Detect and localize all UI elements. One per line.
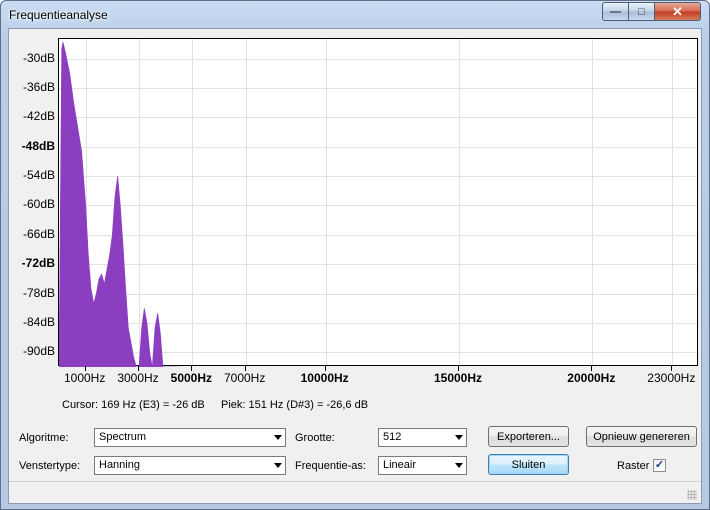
x-tick-label: 15000Hz [433, 371, 483, 385]
spectrum-series [59, 41, 179, 367]
export-button[interactable]: Exporteren... [488, 426, 569, 447]
y-tick-label: -54dB [22, 168, 55, 183]
y-tick-label: -30dB [22, 50, 55, 65]
grid-label: Raster [617, 460, 650, 472]
x-tick-label: 23000Hz [647, 371, 696, 385]
spectrum-plot-area: -30dB -36dB -42dB -48dB -54dB -60dB -66dB -72dB… [9, 29, 703, 389]
size-label: Grootte: [295, 432, 335, 444]
spectrum-plot[interactable] [58, 38, 698, 367]
close-button-label: Sluiten [511, 458, 546, 471]
close-window-button[interactable]: ✕ [654, 2, 701, 21]
status-bar [9, 481, 701, 503]
algorithm-label: Algoritme: [19, 432, 69, 444]
x-tick-label: 3000Hz [117, 371, 159, 385]
y-tick-label: -42dB [22, 109, 55, 124]
regenerate-button[interactable]: Opnieuw genereren [586, 426, 697, 447]
y-tick-label: -78dB [22, 285, 55, 300]
window-type-select[interactable]: Hanning [94, 456, 286, 475]
size-select[interactable]: 512 [378, 428, 467, 447]
close-button[interactable]: Sluiten [488, 454, 569, 475]
y-tick-label: -66dB [22, 226, 55, 241]
grid-checkbox[interactable]: ✓ [653, 459, 666, 472]
y-tick-label: -48dB [21, 138, 55, 153]
resize-grip-icon[interactable] [687, 490, 697, 500]
chevron-down-icon [274, 463, 282, 468]
title-bar[interactable]: Frequentieanalyse — □ ✕ [1, 1, 709, 27]
x-tick-label: 5000Hz [170, 371, 213, 385]
frequency-analysis-window: Frequentieanalyse — □ ✕ -30dB -36dB -42dB -… [0, 0, 710, 510]
x-tick-label: 10000Hz [300, 371, 349, 385]
chevron-down-icon [274, 435, 282, 440]
algorithm-select[interactable]: Spectrum [94, 428, 286, 447]
x-tick-label: 20000Hz [567, 371, 616, 385]
close-icon: ✕ [672, 3, 683, 19]
chevron-down-icon [455, 463, 463, 468]
x-tick-label: 1000Hz [63, 371, 106, 385]
peak-readout: Piek: 151 Hz (D#3) = -26,6 dB [221, 399, 369, 411]
frequency-axis-value: Lineair [383, 459, 417, 471]
frequency-axis-select[interactable]: Lineair [378, 456, 467, 475]
y-tick-label: -36dB [22, 79, 55, 94]
regenerate-button-label: Opnieuw genereren [593, 430, 690, 443]
window-type-value: Hanning [99, 459, 140, 471]
cursor-readout: Cursor: 169 Hz (E3) = -26 dB [62, 399, 205, 411]
minimize-button[interactable]: — [602, 2, 629, 21]
size-value: 512 [383, 431, 402, 443]
maximize-button[interactable]: □ [628, 2, 655, 21]
window-title: Frequentieanalyse [9, 8, 108, 22]
y-tick-label: -90dB [22, 344, 55, 359]
y-tick-label: -72dB [21, 256, 55, 271]
minimize-icon: — [610, 5, 621, 18]
y-tick-label: -84dB [22, 314, 55, 329]
window-type-label: Venstertype: [19, 460, 81, 472]
chevron-down-icon [455, 435, 463, 440]
maximize-icon: □ [638, 5, 645, 18]
dialog-client-area: -30dB -36dB -42dB -48dB -54dB -60dB -66dB -72dB… [8, 28, 702, 504]
checkmark-icon: ✓ [654, 459, 665, 471]
frequency-axis-label: Frequentie-as: [295, 460, 366, 472]
y-tick-label: -60dB [22, 197, 55, 212]
algorithm-value: Spectrum [99, 431, 147, 443]
export-button-label: Exporteren... [497, 430, 560, 443]
x-tick-label: 7000Hz [223, 371, 266, 385]
spectrum-svg [59, 41, 179, 367]
